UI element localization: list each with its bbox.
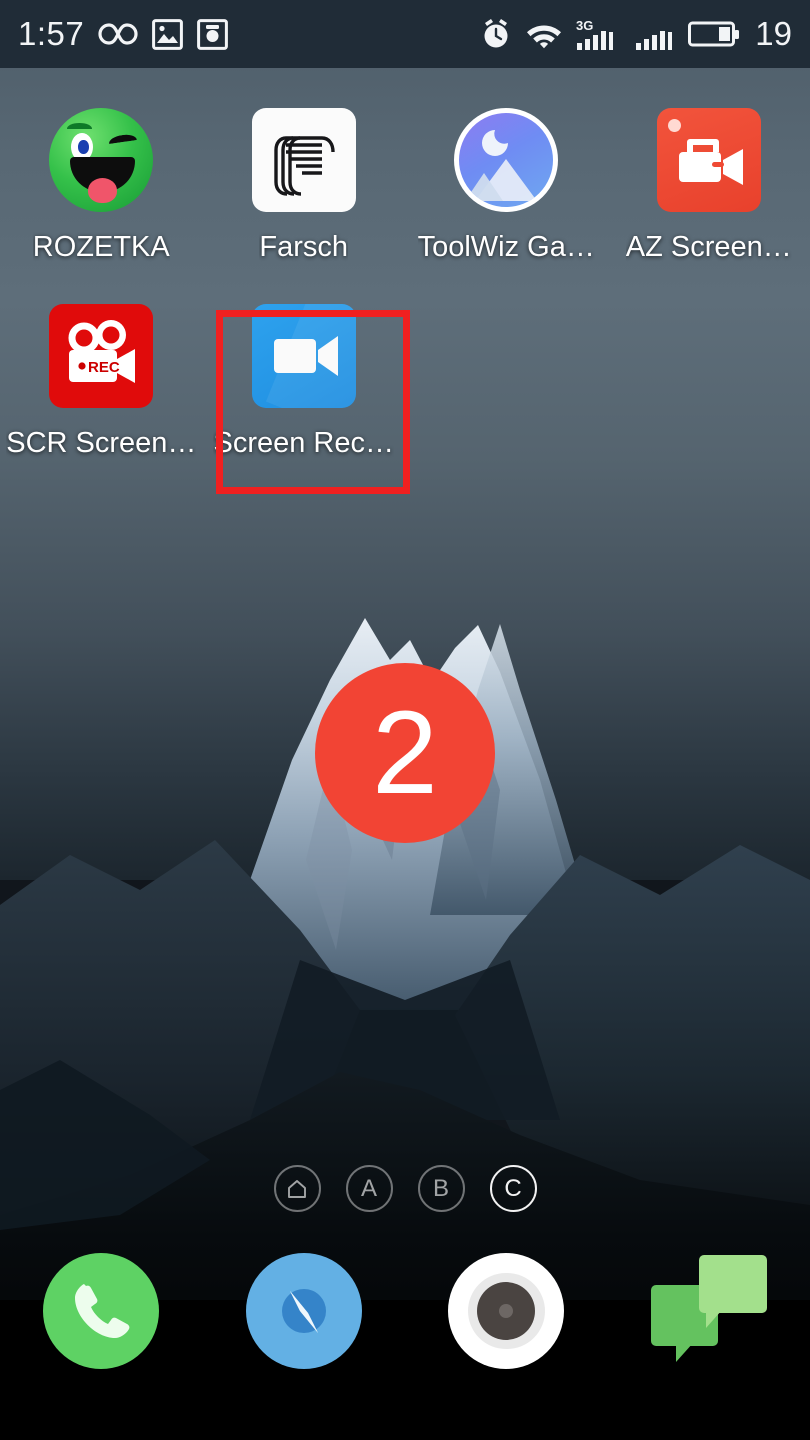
signal-icon <box>635 17 675 51</box>
alarm-icon <box>480 17 512 51</box>
page-indicator-home[interactable] <box>273 1165 321 1212</box>
rozetka-icon[interactable] <box>49 108 154 212</box>
screen-recorder-icon[interactable] <box>251 304 356 408</box>
app-label: SCR Screen… <box>6 427 197 459</box>
home-icon <box>288 1179 306 1198</box>
battery-percent: 19 <box>755 15 792 52</box>
app-label: ROZETKA <box>32 231 170 263</box>
photo-icon <box>152 18 184 50</box>
app-row: REC SCR Screen… Screen Rec… <box>0 264 810 460</box>
page-indicator-c[interactable]: C <box>489 1165 537 1212</box>
az-screen-recorder-icon[interactable] <box>656 108 761 212</box>
app-farsch[interactable]: Farsch <box>203 68 406 264</box>
step-badge: 2 <box>315 663 495 843</box>
farsch-icon[interactable] <box>251 108 356 212</box>
page-indicators: A B C <box>0 1165 810 1212</box>
app-az-screen-recorder[interactable]: AZ Screen… <box>608 68 810 264</box>
page-indicator-a[interactable]: A <box>345 1165 393 1212</box>
dock-item-camera[interactable] <box>405 1253 608 1369</box>
status-bar[interactable]: 1:57 3G 19 <box>0 0 810 68</box>
app-label: Screen Rec… <box>213 427 394 459</box>
app-label: AZ Screen… <box>625 231 792 263</box>
app-slot-empty <box>405 264 608 460</box>
app-row: ROZETKA Farsch ToolWiz Ga… AZ Screen… <box>0 68 810 264</box>
battery-icon <box>688 19 740 49</box>
app-rozetka[interactable]: ROZETKA <box>0 68 203 264</box>
dock <box>0 1253 810 1369</box>
messaging-icon[interactable] <box>650 1253 767 1369</box>
app-grid: ROZETKA Farsch ToolWiz Ga… AZ Screen… RE… <box>0 68 810 460</box>
phone-icon[interactable] <box>43 1253 160 1369</box>
infinity-icon <box>98 21 138 47</box>
dock-item-browser[interactable] <box>203 1253 406 1369</box>
scr-screen-recorder-icon[interactable]: REC <box>49 304 154 408</box>
status-bar-right: 3G 19 <box>480 15 792 53</box>
app-screen-recorder[interactable]: Screen Rec… <box>203 264 406 460</box>
app-label: Farsch <box>259 231 349 263</box>
camera-icon <box>197 18 229 50</box>
signal-3g-icon: 3G <box>576 17 622 51</box>
camera-icon[interactable] <box>448 1253 565 1369</box>
status-bar-left: 1:57 <box>18 15 229 53</box>
wifi-icon <box>525 19 563 49</box>
step-badge-number: 2 <box>372 687 438 819</box>
dock-item-messaging[interactable] <box>608 1253 810 1369</box>
svg-text:REC: REC <box>88 359 120 376</box>
app-scr-screen-recorder[interactable]: REC SCR Screen… <box>0 264 203 460</box>
svg-text:3G: 3G <box>576 18 593 33</box>
toolwiz-gallery-icon[interactable] <box>454 108 559 212</box>
browser-icon[interactable] <box>245 1253 362 1369</box>
dock-item-phone[interactable] <box>0 1253 203 1369</box>
status-time: 1:57 <box>18 15 85 52</box>
app-label: ToolWiz Ga… <box>417 231 595 263</box>
app-slot-empty <box>608 264 810 460</box>
page-indicator-b[interactable]: B <box>417 1165 465 1212</box>
app-toolwiz-gallery[interactable]: ToolWiz Ga… <box>405 68 608 264</box>
